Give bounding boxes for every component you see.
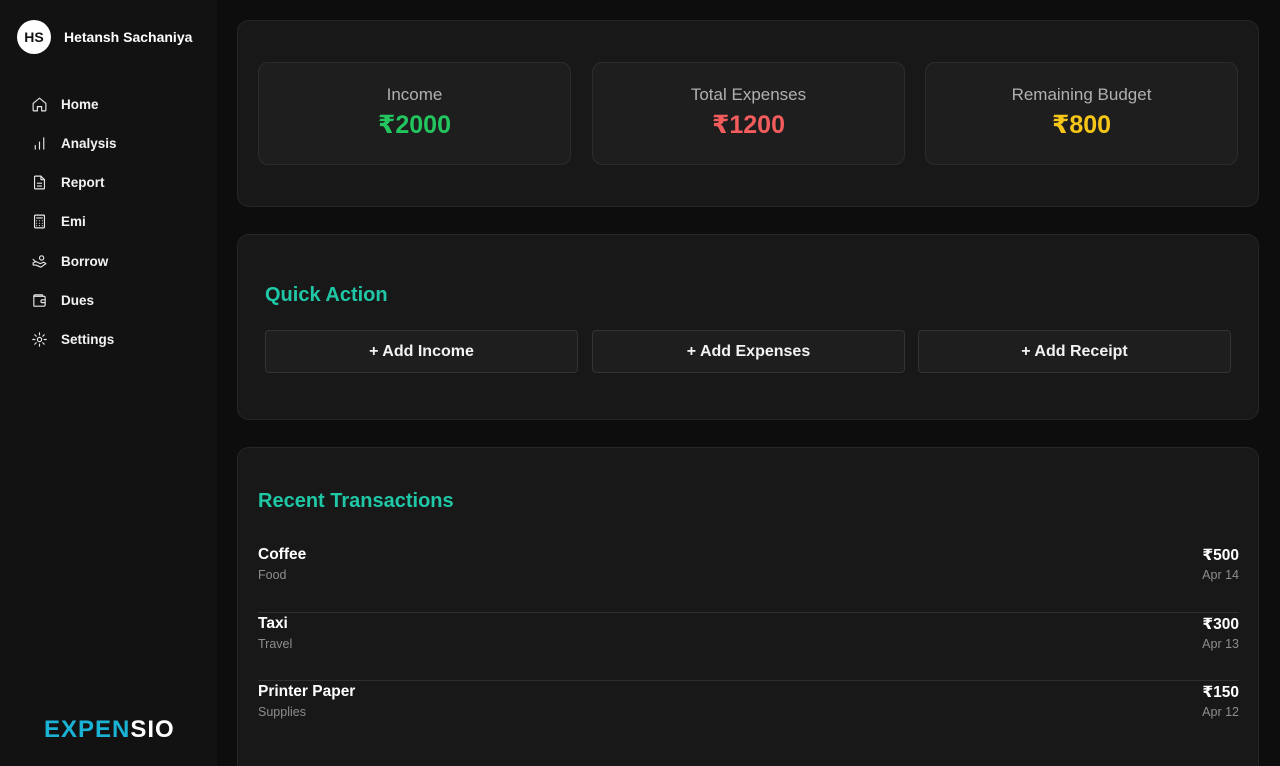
sidebar-item-report[interactable]: Report — [30, 173, 117, 193]
home-icon — [30, 95, 48, 113]
sidebar-item-home[interactable]: Home — [30, 94, 117, 114]
sidebar-item-label: Dues — [61, 292, 95, 308]
stat-label: Remaining Budget — [1011, 85, 1152, 104]
income-card: Income ₹2000 — [258, 62, 571, 165]
transaction-name: Coffee — [258, 546, 307, 563]
logo-part-2: SIO — [130, 716, 175, 743]
avatar: HS — [17, 20, 51, 54]
sidebar-item-emi[interactable]: Emi — [30, 212, 117, 232]
stat-label: Total Expenses — [690, 85, 807, 104]
sidebar: HS Hetansh Sachaniya Home Analysis Repor… — [0, 0, 217, 766]
sidebar-item-borrow[interactable]: Borrow — [30, 251, 117, 271]
add-income-button[interactable]: + Add Income — [265, 330, 578, 373]
document-icon — [30, 174, 48, 192]
gear-icon — [30, 331, 48, 349]
hand-coins-icon — [30, 252, 48, 270]
stat-value: ₹2000 — [377, 111, 451, 139]
remaining-budget-card: Remaining Budget ₹800 — [925, 62, 1238, 165]
user-name: Hetansh Sachaniya — [64, 29, 193, 45]
sidebar-item-dues[interactable]: Dues — [30, 290, 117, 310]
transaction-list: Coffee Food ₹500 Apr 14 Taxi Travel ₹300… — [258, 544, 1239, 750]
sidebar-item-label: Home — [61, 96, 99, 112]
list-item[interactable]: Printer Paper Supplies ₹150 Apr 12 — [258, 681, 1239, 750]
total-expenses-card: Total Expenses ₹1200 — [592, 62, 905, 165]
transaction-amount: ₹150 — [1202, 684, 1239, 701]
sidebar-nav: Home Analysis Report Emi Borrow Dues Set… — [30, 94, 117, 369]
list-item[interactable]: Taxi Travel ₹300 Apr 13 — [258, 613, 1239, 681]
stat-value: ₹800 — [1051, 111, 1112, 139]
add-expenses-button[interactable]: + Add Expenses — [592, 330, 905, 373]
stat-label: Income — [386, 85, 443, 104]
bar-chart-icon — [30, 134, 48, 152]
sidebar-item-label: Settings — [61, 332, 115, 348]
section-title: Quick Action — [265, 284, 388, 306]
transaction-date: Apr 13 — [1202, 636, 1239, 651]
logo-part-1: EXPEN — [44, 716, 131, 743]
transaction-date: Apr 14 — [1202, 568, 1239, 582]
transaction-name: Taxi — [258, 614, 288, 632]
stat-value: ₹1200 — [711, 111, 785, 139]
transaction-category: Travel — [258, 636, 293, 651]
recent-transactions-panel: Recent Transactions Coffee Food ₹500 Apr… — [237, 447, 1259, 766]
app-root: HS Hetansh Sachaniya Home Analysis Repor… — [0, 0, 1280, 766]
sidebar-item-label: Emi — [61, 214, 86, 230]
sidebar-item-analysis[interactable]: Analysis — [30, 133, 117, 153]
list-item[interactable]: Coffee Food ₹500 Apr 14 — [258, 544, 1239, 613]
section-title: Recent Transactions — [258, 490, 454, 512]
transaction-category: Food — [258, 568, 287, 582]
user-profile[interactable]: HS Hetansh Sachaniya — [17, 20, 192, 54]
transaction-amount: ₹300 — [1202, 615, 1239, 633]
sidebar-item-settings[interactable]: Settings — [30, 330, 117, 350]
transaction-category: Supplies — [258, 705, 306, 719]
wallet-icon — [30, 291, 48, 309]
transaction-amount: ₹500 — [1202, 547, 1239, 564]
calculator-icon — [30, 213, 48, 231]
summary-panel: Income ₹2000 Total Expenses ₹1200 Remain… — [237, 20, 1259, 207]
sidebar-item-label: Analysis — [61, 135, 117, 151]
sidebar-item-label: Borrow — [61, 253, 109, 269]
quick-action-panel: Quick Action + Add Income + Add Expenses… — [237, 234, 1259, 420]
sidebar-item-label: Report — [61, 175, 105, 191]
transaction-date: Apr 12 — [1202, 705, 1239, 719]
app-logo: EXPENSIO — [44, 716, 175, 744]
transaction-name: Printer Paper — [258, 683, 356, 700]
add-receipt-button[interactable]: + Add Receipt — [918, 330, 1231, 373]
